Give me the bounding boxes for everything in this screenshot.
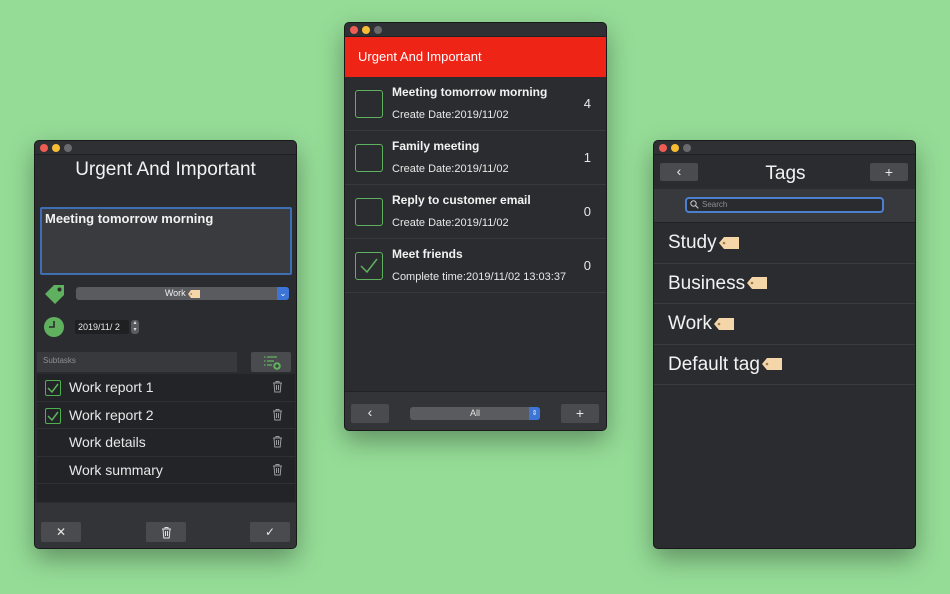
task-row[interactable]: Meet friends Complete time:2019/11/02 13… <box>345 239 606 293</box>
subtask-label: Work report 2 <box>69 406 154 423</box>
zoom-window-button[interactable] <box>64 144 72 152</box>
add-list-icon <box>264 356 281 370</box>
tag-label-icon <box>188 289 201 298</box>
trash-icon <box>161 527 171 539</box>
task-checkbox[interactable] <box>355 90 383 118</box>
minimize-window-button[interactable] <box>362 26 370 34</box>
task-date: Complete time:2019/11/02 13:03:37 <box>392 271 567 283</box>
subtask-count: 4 <box>583 96 591 111</box>
delete-task-button[interactable] <box>146 522 186 542</box>
task-title: Family meeting <box>392 139 480 153</box>
tag-select-value: Work <box>164 288 186 298</box>
tag-icon <box>45 285 64 304</box>
trash-icon[interactable] <box>272 408 283 421</box>
add-task-button[interactable]: + <box>561 404 599 423</box>
chevron-updown-icon: ⇕ <box>529 407 540 420</box>
checkmark-icon <box>47 383 59 394</box>
task-list-window: Urgent And Important Meeting tomorrow mo… <box>344 22 607 431</box>
trash-icon[interactable] <box>272 463 283 476</box>
subtask-item[interactable]: Work summary <box>37 457 295 484</box>
back-button[interactable]: ‹ <box>660 163 698 181</box>
tag-label-icon <box>761 358 782 371</box>
subtask-count: 1 <box>583 150 591 165</box>
checkmark-icon <box>360 258 378 274</box>
tag-label-icon <box>718 236 739 249</box>
cancel-button[interactable]: ✕ <box>41 522 81 542</box>
editor-toolbar: ✕ ✓ <box>35 503 296 548</box>
tag-item[interactable]: Default tag <box>654 345 915 385</box>
tag-select[interactable]: Work ⌄ <box>76 287 289 300</box>
subtask-label: Work summary <box>69 461 163 478</box>
title-bar <box>654 141 915 155</box>
date-field[interactable]: 2019/11/ 2 <box>75 320 129 334</box>
task-checkbox[interactable] <box>355 252 383 280</box>
task-title: Meet friends <box>392 247 463 261</box>
tag-name: Business <box>668 272 746 294</box>
quadrant-header: Urgent And Important <box>345 37 606 77</box>
close-window-button[interactable] <box>659 144 667 152</box>
task-title: Reply to customer email <box>392 193 531 207</box>
tag-row: Work ⌄ <box>43 283 293 305</box>
add-subtask-button[interactable] <box>251 352 291 372</box>
page-title: Urgent And Important <box>75 159 256 180</box>
subtasks-label: Subtasks <box>37 352 237 372</box>
subtask-count: 0 <box>583 204 591 219</box>
subtask-list: Work report 1 Work report 2 Work details… <box>37 374 295 502</box>
trash-icon[interactable] <box>272 435 283 448</box>
subtask-checkbox[interactable] <box>45 407 61 424</box>
task-editor-window: Urgent And Important Meeting tomorrow mo… <box>34 140 297 549</box>
subtask-count: 0 <box>583 258 591 273</box>
subtask-label: Work report 1 <box>69 379 154 395</box>
subtask-item[interactable]: Work report 2 <box>37 402 295 429</box>
back-button[interactable]: ‹ <box>351 404 389 423</box>
tag-item[interactable]: Business <box>654 264 915 304</box>
filter-select[interactable]: All ⇕ <box>410 407 540 420</box>
task-title: Meeting tomorrow morning <box>392 85 548 99</box>
task-checkbox[interactable] <box>355 198 383 226</box>
search-placeholder: Search <box>702 200 728 209</box>
task-date: Create Date:2019/11/02 <box>392 217 509 229</box>
tag-label-icon <box>747 277 768 290</box>
filter-value: All <box>469 408 480 418</box>
zoom-window-button[interactable] <box>374 26 382 34</box>
task-date: Create Date:2019/11/02 <box>392 109 509 121</box>
add-tag-button[interactable]: + <box>870 163 908 181</box>
chevron-down-icon: ⌄ <box>277 287 289 300</box>
trash-icon[interactable] <box>272 380 283 393</box>
tag-name: Work <box>668 313 712 334</box>
task-text-field[interactable]: Meeting tomorrow morning <box>40 207 292 275</box>
list-toolbar: ‹ All ⇕ + <box>345 391 606 430</box>
search-bar: Search <box>654 189 915 223</box>
title-bar <box>35 141 296 155</box>
search-input[interactable]: Search <box>685 197 884 213</box>
minimize-window-button[interactable] <box>52 144 60 152</box>
title-bar <box>345 23 606 37</box>
tag-item[interactable]: Study <box>654 223 915 264</box>
date-stepper[interactable]: ▴ ▾ <box>131 320 139 334</box>
tags-header: Tags ‹ + <box>654 155 915 189</box>
minimize-window-button[interactable] <box>671 144 679 152</box>
subtask-item[interactable]: Work details <box>37 429 295 457</box>
close-window-button[interactable] <box>40 144 48 152</box>
tag-item[interactable]: Work <box>654 304 915 345</box>
close-window-button[interactable] <box>350 26 358 34</box>
confirm-button[interactable]: ✓ <box>250 522 290 542</box>
task-checkbox[interactable] <box>355 144 383 172</box>
date-row: 2019/11/ 2 ▴ ▾ <box>43 316 293 338</box>
clock-icon <box>44 317 64 337</box>
task-row[interactable]: Family meeting Create Date:2019/11/02 1 <box>345 131 606 185</box>
tag-name: Default tag <box>668 353 760 375</box>
search-icon <box>690 200 699 209</box>
tags-window: Tags ‹ + Search Study Business Work Defa… <box>653 140 916 549</box>
subtask-item[interactable]: Work report 1 <box>37 374 295 402</box>
tag-name: Study <box>668 232 717 253</box>
subtask-label: Work details <box>69 434 146 450</box>
task-row[interactable]: Reply to customer email Create Date:2019… <box>345 185 606 239</box>
tag-label-icon <box>713 317 734 330</box>
checkmark-icon <box>47 411 59 421</box>
zoom-window-button[interactable] <box>683 144 691 152</box>
task-row[interactable]: Meeting tomorrow morning Create Date:201… <box>345 77 606 131</box>
task-date: Create Date:2019/11/02 <box>392 163 509 175</box>
subtask-checkbox[interactable] <box>45 380 61 396</box>
